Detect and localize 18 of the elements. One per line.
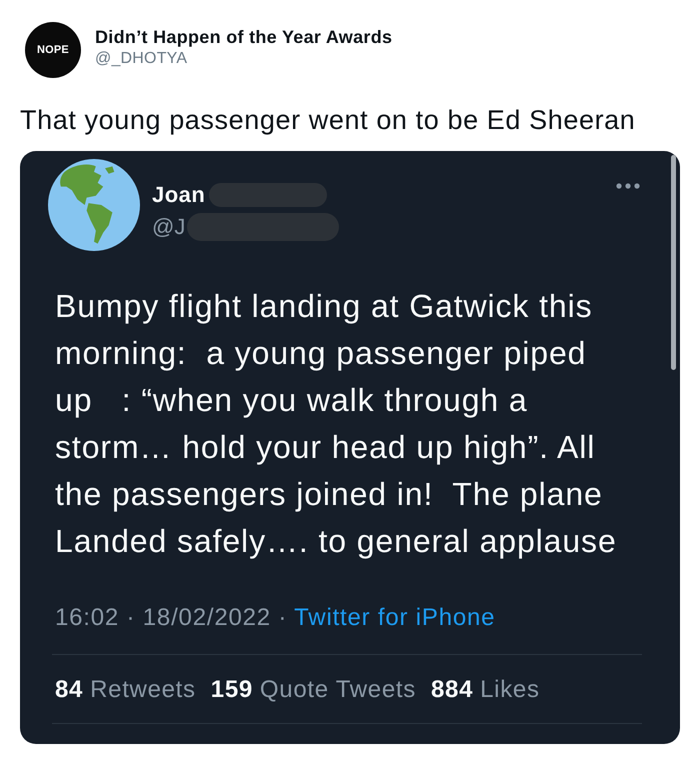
profile-avatar[interactable]: NOPE [25, 22, 81, 78]
stat-label[interactable]: Quote Tweets [260, 675, 416, 705]
stat-count: 159 [210, 675, 253, 705]
account-handle: @_DHOTYA [95, 50, 188, 68]
tweet-author-name: Joan [152, 182, 206, 208]
stat-count: 884 [430, 675, 474, 705]
scrollbar-thumb[interactable] [671, 155, 676, 370]
source-link[interactable]: Twitter for iPhone [294, 603, 496, 633]
tweet-text: Bumpy flight landing at Gatwick this morning: a young passenger piped up : “when you walk through a storm… hold your head up high”. All the passengers joined in! The plane Landed safely…. to general applause [55, 287, 618, 561]
post-text: That young passenger went on to be Ed Sheeran [20, 105, 636, 136]
tweet-timestamp: 16:02 · 18/02/2022 · [55, 603, 288, 633]
stat-label[interactable]: Likes [480, 675, 540, 705]
stat-count: 84 [55, 675, 84, 705]
stat-label[interactable]: Retweets [90, 675, 196, 705]
tweet-author-handle: @J [152, 214, 186, 240]
globe-icon [48, 159, 140, 251]
account-name: Didn’t Happen of the Year Awards [95, 26, 392, 46]
more-icon[interactable] [616, 183, 640, 189]
